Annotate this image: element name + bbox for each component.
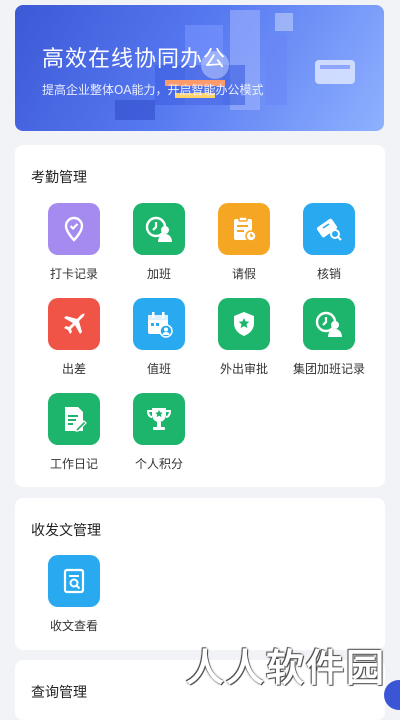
hero-banner: 高效在线协同办公 提高企业整体OA能力，开启智能办公模式	[15, 5, 384, 131]
section-title: 收发文管理	[31, 523, 101, 539]
tile-outing-approval[interactable]: 外出审批	[204, 298, 284, 382]
watermark: 人人软件园	[185, 646, 386, 690]
clipboard-clock-icon	[218, 203, 270, 255]
section-title: 考勤管理	[31, 170, 87, 186]
tile-label: 收文查看	[49, 619, 98, 633]
document-section: 收发文管理 收文查看	[15, 498, 385, 650]
tile-label: 打卡记录	[49, 267, 98, 281]
tile-work-diary[interactable]: 工作日记	[34, 393, 114, 477]
tile-personal-points[interactable]: 个人积分	[119, 393, 199, 477]
tile-duty[interactable]: 值班	[119, 298, 199, 382]
airplane-icon	[48, 298, 100, 350]
location-pin-icon	[48, 203, 100, 255]
ticket-search-icon	[303, 203, 355, 255]
attendance-section: 考勤管理 打卡记录 加班 请假 核销 出差 值班 外出审批 集团加班记录 工作日…	[15, 145, 385, 487]
tile-punch-record[interactable]: 打卡记录	[34, 203, 114, 287]
tile-incoming-document-view[interactable]: 收文查看	[34, 555, 114, 639]
calendar-person-icon	[133, 298, 185, 350]
tile-overtime[interactable]: 加班	[119, 203, 199, 287]
document-search-icon	[48, 555, 100, 607]
section-title: 查询管理	[31, 685, 87, 701]
tile-label: 工作日记	[49, 457, 98, 471]
tile-label: 核销	[316, 267, 341, 281]
shield-star-icon	[218, 298, 270, 350]
tile-leave[interactable]: 请假	[204, 203, 284, 287]
tile-label: 出差	[61, 362, 86, 376]
tile-label: 个人积分	[134, 457, 183, 471]
banner-subtitle: 提高企业整体OA能力，开启智能办公模式	[42, 83, 264, 97]
tile-label: 值班	[146, 362, 171, 376]
tile-label: 外出审批	[219, 362, 268, 376]
tile-label: 请假	[231, 267, 256, 281]
tile-label: 集团加班记录	[292, 362, 365, 376]
floating-action-button[interactable]	[384, 680, 400, 710]
tile-group-overtime-record[interactable]: 集团加班记录	[289, 298, 369, 382]
banner-title: 高效在线协同办公	[42, 47, 227, 72]
tile-label: 加班	[146, 267, 171, 281]
trophy-icon	[133, 393, 185, 445]
clock-person-icon	[133, 203, 185, 255]
document-pen-icon	[48, 393, 100, 445]
clock-person-icon	[303, 298, 355, 350]
tile-business-trip[interactable]: 出差	[34, 298, 114, 382]
tile-writeoff[interactable]: 核销	[289, 203, 369, 287]
